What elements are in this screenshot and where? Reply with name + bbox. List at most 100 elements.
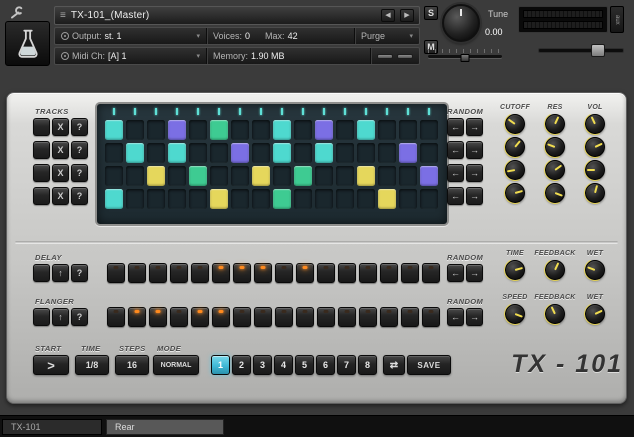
output-selector[interactable]: Output: st. 1 ▾ (55, 28, 207, 44)
seq-step-r3-c5[interactable] (189, 166, 207, 186)
flanger-random-left-arrow[interactable]: ← (447, 308, 464, 326)
flanger-step-5[interactable] (191, 307, 209, 327)
seq-step-r4-c12[interactable] (336, 189, 354, 209)
volume-handle[interactable] (591, 44, 605, 57)
delay-random-left-arrow[interactable]: ← (447, 264, 464, 282)
track-randomize-button-3[interactable]: ? (71, 164, 88, 182)
seq-step-r3-c4[interactable] (168, 166, 186, 186)
flanger-step-7[interactable] (233, 307, 251, 327)
seq-step-r1-c10[interactable] (294, 120, 312, 140)
mode-value-button[interactable]: NORMAL (153, 355, 199, 375)
flanger-speed-knob[interactable] (505, 304, 525, 324)
seq-step-r4-c11[interactable] (315, 189, 333, 209)
seq-step-r4-c8[interactable] (252, 189, 270, 209)
delay-random-right-arrow[interactable]: → (466, 264, 483, 282)
seq-step-r4-c4[interactable] (168, 189, 186, 209)
vol-knob-1[interactable] (585, 114, 605, 134)
seq-step-r4-c7[interactable] (231, 189, 249, 209)
pattern-1-button[interactable]: 1 (211, 355, 230, 375)
seq-step-r1-c15[interactable] (399, 120, 417, 140)
flanger-step-15[interactable] (401, 307, 419, 327)
delay-shift-button[interactable]: ↑ (52, 264, 69, 282)
tune-knob[interactable] (442, 4, 480, 42)
seq-step-r3-c12[interactable] (336, 166, 354, 186)
seq-step-r1-c12[interactable] (336, 120, 354, 140)
seq-step-r2-c11[interactable] (315, 143, 333, 163)
seq-step-r4-c6[interactable] (210, 189, 228, 209)
track-randomize-button-1[interactable]: ? (71, 118, 88, 136)
track-randomize-button-2[interactable]: ? (71, 141, 88, 159)
flanger-shift-button[interactable]: ↑ (52, 308, 69, 326)
seq-step-r2-c1[interactable] (105, 143, 123, 163)
track-randomize-button-4[interactable]: ? (71, 187, 88, 205)
delay-step-10[interactable] (296, 263, 314, 283)
instrument-title-bar[interactable]: ≡ TX-101_(Master) ◀ ▶ (54, 6, 420, 25)
time-value-button[interactable]: 1/8 (75, 355, 109, 375)
seq-step-r3-c2[interactable] (126, 166, 144, 186)
seq-step-r2-c3[interactable] (147, 143, 165, 163)
save-button[interactable]: SAVE (407, 355, 451, 375)
seq-step-r3-c7[interactable] (231, 166, 249, 186)
vol-knob-3[interactable] (585, 160, 605, 180)
seq-step-r1-c2[interactable] (126, 120, 144, 140)
seq-step-r3-c13[interactable] (357, 166, 375, 186)
seq-step-r2-c7[interactable] (231, 143, 249, 163)
pan-handle[interactable] (461, 54, 470, 62)
aux-button[interactable]: aux (610, 6, 624, 33)
flanger-step-13[interactable] (359, 307, 377, 327)
cutoff-knob-4[interactable] (505, 183, 525, 203)
track-clear-button-2[interactable]: X (52, 141, 69, 159)
seq-step-r4-c5[interactable] (189, 189, 207, 209)
track-clear-button-1[interactable]: X (52, 118, 69, 136)
delay-feedback-knob[interactable] (545, 260, 565, 280)
seq-step-r3-c1[interactable] (105, 166, 123, 186)
delay-step-9[interactable] (275, 263, 293, 283)
seq-step-r4-c9[interactable] (273, 189, 291, 209)
delay-wet-knob[interactable] (585, 260, 605, 280)
delay-step-6[interactable] (212, 263, 230, 283)
pan-slider[interactable] (428, 49, 502, 62)
track-active-button-3[interactable] (33, 164, 50, 182)
start-button[interactable]: > (33, 355, 69, 375)
seq-step-r2-c12[interactable] (336, 143, 354, 163)
delay-step-16[interactable] (422, 263, 440, 283)
res-knob-4[interactable] (545, 183, 565, 203)
delay-active-button[interactable] (33, 264, 50, 282)
delay-step-12[interactable] (338, 263, 356, 283)
seq-step-r3-c14[interactable] (378, 166, 396, 186)
seq-step-r4-c15[interactable] (399, 189, 417, 209)
delay-step-5[interactable] (191, 263, 209, 283)
delay-step-8[interactable] (254, 263, 272, 283)
res-knob-2[interactable] (545, 137, 565, 157)
seq-step-r4-c16[interactable] (420, 189, 438, 209)
vol-knob-2[interactable] (585, 137, 605, 157)
flanger-step-14[interactable] (380, 307, 398, 327)
delay-step-13[interactable] (359, 263, 377, 283)
flanger-randomize-button[interactable]: ? (71, 308, 88, 326)
seq-step-r1-c14[interactable] (378, 120, 396, 140)
instrument-menu-icon[interactable]: ≡ (60, 10, 66, 21)
flanger-step-2[interactable] (128, 307, 146, 327)
flanger-step-16[interactable] (422, 307, 440, 327)
seq-step-r1-c16[interactable] (420, 120, 438, 140)
pattern-6-button[interactable]: 6 (316, 355, 335, 375)
track-random-left-arrow-3[interactable]: ← (447, 164, 464, 182)
seq-step-r1-c4[interactable] (168, 120, 186, 140)
seq-step-r4-c13[interactable] (357, 189, 375, 209)
seq-step-r3-c10[interactable] (294, 166, 312, 186)
next-instrument-button[interactable]: ▶ (400, 9, 414, 22)
purge-menu[interactable]: Purge ▾ (355, 28, 419, 44)
flanger-feedback-knob[interactable] (545, 304, 565, 324)
seq-step-r3-c8[interactable] (252, 166, 270, 186)
seq-step-r2-c15[interactable] (399, 143, 417, 163)
flanger-step-10[interactable] (296, 307, 314, 327)
loop-button[interactable]: ⇄ (383, 355, 405, 375)
delay-step-3[interactable] (149, 263, 167, 283)
pattern-5-button[interactable]: 5 (295, 355, 314, 375)
flanger-step-9[interactable] (275, 307, 293, 327)
vol-knob-4[interactable] (585, 183, 605, 203)
delay-step-1[interactable] (107, 263, 125, 283)
res-knob-1[interactable] (545, 114, 565, 134)
seq-step-r4-c1[interactable] (105, 189, 123, 209)
seq-step-r4-c2[interactable] (126, 189, 144, 209)
